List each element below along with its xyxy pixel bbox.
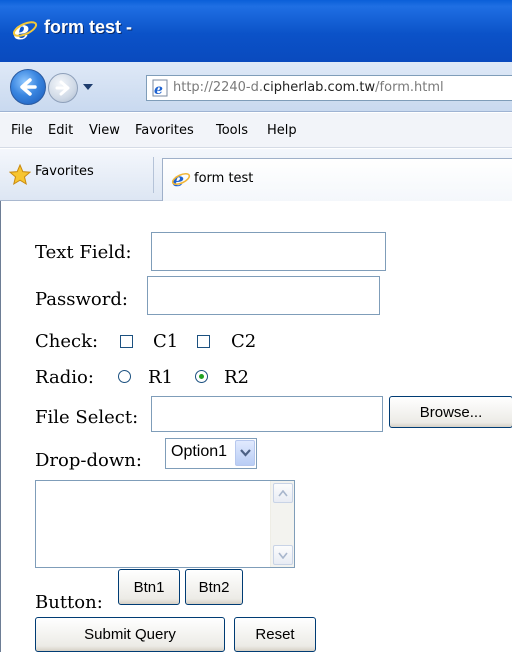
dropdown-value: Option1: [171, 443, 228, 460]
checkbox-c1-label: C1: [153, 331, 179, 352]
checkbox-c2[interactable]: [197, 335, 210, 348]
favorites-star-icon[interactable]: [9, 164, 31, 186]
radio-r1-label: R1: [148, 367, 174, 388]
forward-button[interactable]: [48, 73, 78, 103]
address-path: /form.html: [375, 80, 444, 95]
menu-favorites[interactable]: Favorites: [135, 123, 194, 138]
submit-query-button[interactable]: Submit Query: [35, 617, 225, 652]
ie-logo-icon: e: [12, 16, 38, 42]
address-bar[interactable]: e http://2240-d.cipherlab.com.tw/form.ht…: [146, 75, 512, 101]
text-field-label: Text Field:: [35, 242, 132, 263]
password-label: Password:: [35, 289, 128, 310]
scroll-up-button[interactable]: [273, 483, 293, 503]
radio-r1[interactable]: [118, 370, 131, 383]
separator: [153, 157, 154, 193]
dropdown-select[interactable]: Option1: [165, 438, 257, 469]
scroll-down-button[interactable]: [273, 545, 293, 565]
chevron-up-icon: [278, 489, 288, 496]
btn2-button[interactable]: Btn2: [185, 569, 243, 605]
menu-file[interactable]: File: [11, 123, 33, 138]
checkbox-c2-label: C2: [231, 331, 257, 352]
navigation-bar: e http://2240-d.cipherlab.com.tw/form.ht…: [0, 62, 512, 112]
check-label: Check:: [35, 331, 99, 352]
favorites-bar: Favorites e form test: [0, 149, 512, 202]
tab-form-test[interactable]: e form test: [162, 158, 512, 202]
textarea[interactable]: [35, 480, 295, 568]
menu-view[interactable]: View: [89, 123, 120, 138]
address-domain: cipherlab.com.tw: [262, 80, 376, 95]
tab-label: form test: [194, 171, 254, 186]
menu-bar: File Edit View Favorites Tools Help: [0, 113, 512, 148]
favorites-button[interactable]: Favorites: [35, 164, 94, 179]
svg-text:e: e: [154, 82, 163, 97]
text-field-input[interactable]: [151, 232, 386, 271]
file-path-input[interactable]: [151, 396, 383, 432]
window-title: form test -: [44, 17, 133, 37]
radio-r2-label: R2: [224, 367, 250, 388]
forward-arrow-icon: [55, 80, 70, 96]
page-content: Text Field: Password: Check: C1 C2 Radio…: [0, 201, 512, 652]
radio-label: Radio:: [35, 367, 94, 388]
browse-button[interactable]: Browse...: [389, 396, 512, 428]
dropdown-label: Drop-down:: [35, 450, 142, 471]
radio-r2[interactable]: [195, 370, 208, 383]
menu-tools[interactable]: Tools: [216, 123, 248, 138]
page-icon: e: [152, 79, 168, 97]
reset-button[interactable]: Reset: [234, 617, 316, 652]
address-prefix: http://2240-d.: [173, 80, 263, 95]
btn1-button[interactable]: Btn1: [118, 569, 180, 605]
dropdown-arrow-button[interactable]: [235, 440, 255, 466]
file-select-label: File Select:: [35, 407, 139, 428]
history-dropdown-icon[interactable]: [83, 84, 93, 92]
menu-help[interactable]: Help: [267, 123, 297, 138]
password-input[interactable]: [147, 276, 380, 315]
ie-page-icon: e: [171, 169, 191, 189]
checkbox-c1[interactable]: [120, 335, 133, 348]
title-bar[interactable]: e form test -: [0, 0, 512, 62]
chevron-down-icon: [239, 449, 251, 457]
button-label: Button:: [35, 592, 103, 613]
back-button[interactable]: [10, 69, 46, 105]
back-arrow-icon: [20, 78, 37, 96]
menu-edit[interactable]: Edit: [48, 123, 73, 138]
textarea-scrollbar[interactable]: [270, 481, 294, 567]
chevron-down-icon: [278, 552, 288, 559]
